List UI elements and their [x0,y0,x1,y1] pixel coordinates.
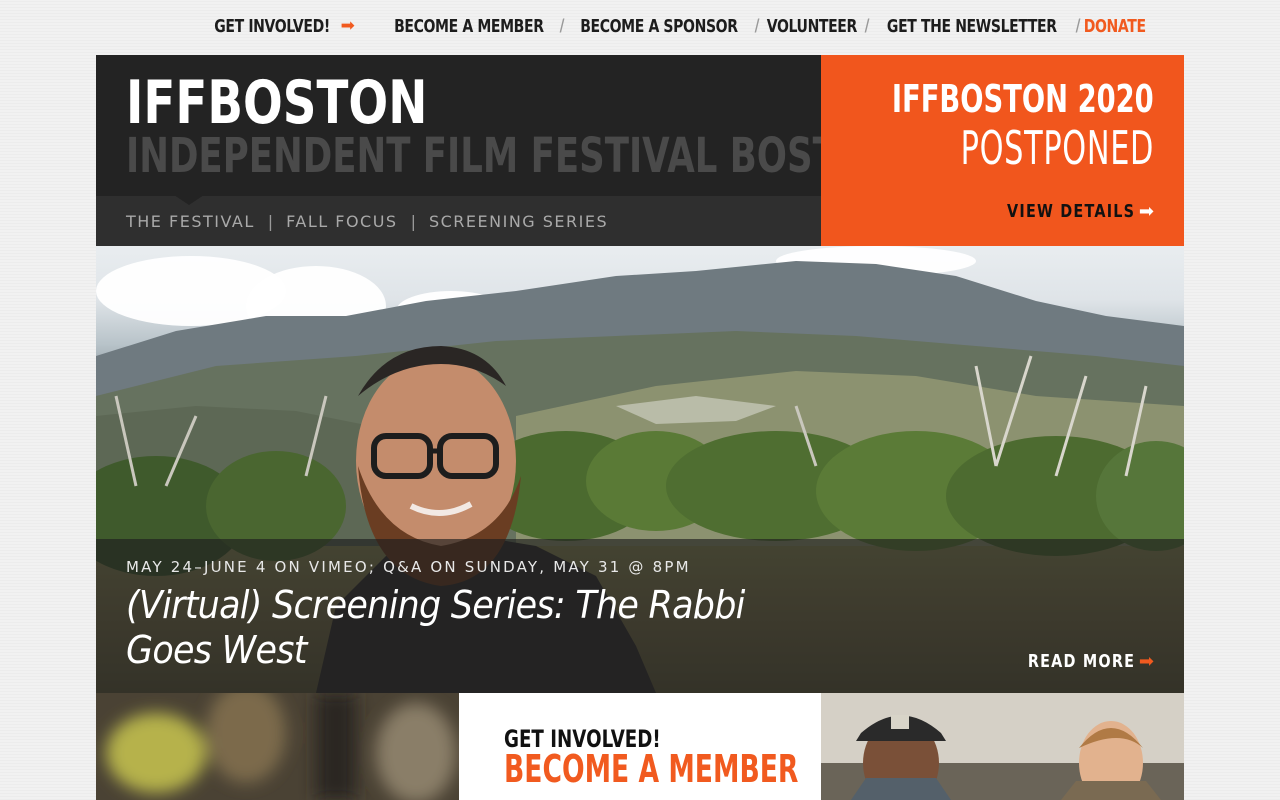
festival-promo[interactable]: IFFBOSTON 2020 POSTPONED VIEW DETAILS ➡ [821,55,1184,246]
arrow-right-icon: ➡ [1138,651,1154,672]
nav-become-sponsor[interactable]: BECOME A SPONSOR [581,16,739,37]
blurred-photo [96,693,459,800]
section-nav-fall-focus[interactable]: FALL FOCUS [286,212,397,231]
active-indicator [174,195,204,205]
nav-divider: | [410,211,416,231]
tile-heading: BECOME A MEMBER [504,747,799,791]
hero-title[interactable]: (Virtual) Screening Series: The Rabbi Go… [126,583,770,673]
top-utility-nav: GET INVOLVED! ➡ BECOME A MEMBER / BECOME… [198,13,1154,39]
nav-become-member[interactable]: BECOME A MEMBER [394,16,544,37]
nav-donate[interactable]: DONATE [1083,16,1145,37]
section-nav-festival[interactable]: THE FESTIVAL [126,212,255,231]
logo-subtitle-text: INDEPENDENT FILM FESTIVAL BOSTON [126,128,897,184]
feature-tile-image-left[interactable] [96,693,459,800]
view-details-link[interactable]: VIEW DETAILS ➡ [975,201,1154,222]
nav-volunteer[interactable]: VOLUNTEER [767,16,858,37]
nav-separator: / [559,16,564,36]
logo-main-text: IFFBOSTON [126,68,428,138]
arrow-right-icon: ➡ [1138,201,1154,222]
get-involved-label[interactable]: GET INVOLVED! [215,16,331,37]
become-member-tile[interactable]: GET INVOLVED! BECOME A MEMBER [459,693,821,800]
nav-separator: / [864,16,869,36]
promo-status: POSTPONED [960,121,1154,175]
site-header: IFFBOSTON INDEPENDENT FILM FESTIVAL BOST… [96,55,897,246]
hero-date: MAY 24–JUNE 4 ON VIMEO; Q&A ON SUNDAY, M… [126,558,691,576]
section-nav-screening-series[interactable]: SCREENING SERIES [429,212,608,231]
hero-feature[interactable]: MAY 24–JUNE 4 ON VIMEO; Q&A ON SUNDAY, M… [96,246,1184,693]
two-people-photo [821,693,1184,800]
hero-caption: MAY 24–JUNE 4 ON VIMEO; Q&A ON SUNDAY, M… [96,539,1184,693]
nav-newsletter[interactable]: GET THE NEWSLETTER [887,16,1057,37]
nav-divider: | [267,211,274,231]
arrow-right-icon: ➡ [340,16,355,36]
feature-tile-image-right[interactable] [821,693,1184,800]
read-more-link[interactable]: READ MORE ➡ [1001,651,1154,672]
section-nav: THE FESTIVAL | FALL FOCUS | SCREENING SE… [96,195,821,246]
view-details-label: VIEW DETAILS [1006,201,1135,222]
read-more-label: READ MORE [1027,651,1135,672]
nav-separator: / [1075,16,1080,36]
nav-separator: / [754,16,760,36]
promo-title: IFFBOSTON 2020 [892,77,1154,121]
